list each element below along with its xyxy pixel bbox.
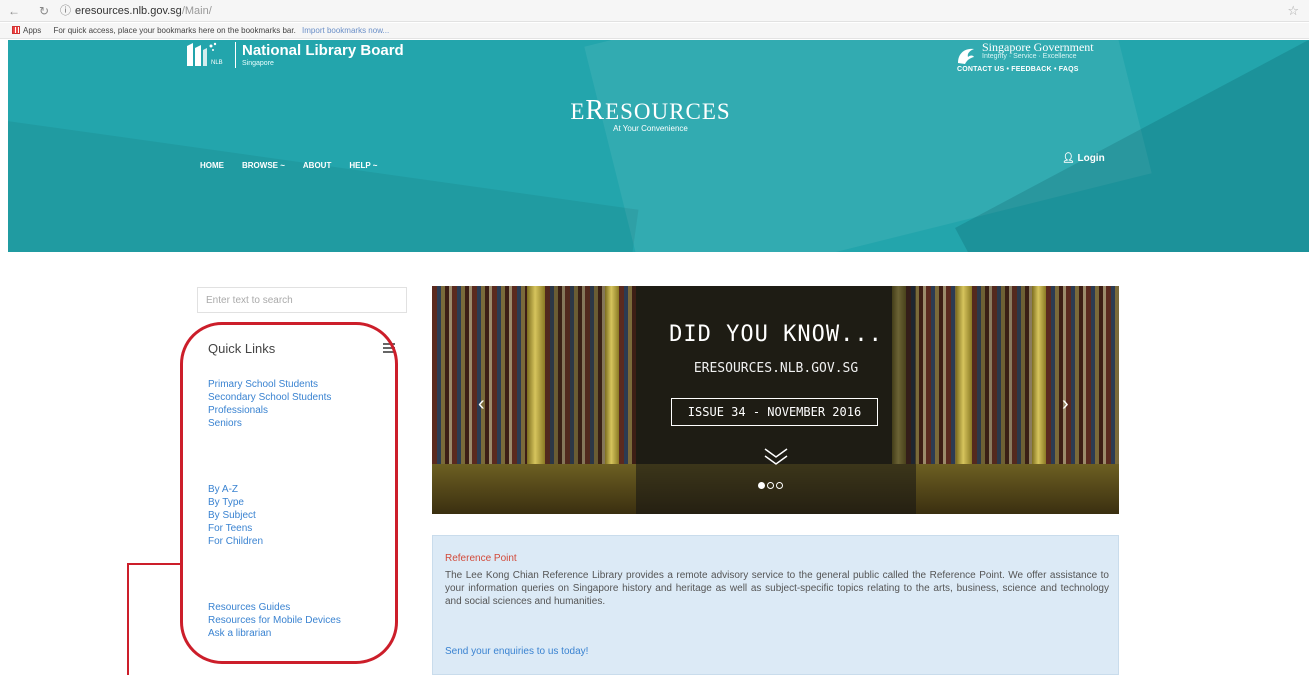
bookmarks-bar: Apps For quick access, place your bookma…: [0, 23, 1309, 39]
banner-issue: ISSUE 34 - NOVEMBER 2016: [671, 398, 878, 426]
send-enquiries-link[interactable]: Send your enquiries to us today!: [445, 646, 588, 657]
site-title-big: R: [585, 95, 606, 126]
reload-icon[interactable]: ↻: [36, 3, 52, 19]
callout-line: [127, 563, 181, 565]
browser-toolbar: ← ↻ ⓘ eresources.nlb.gov.sg/Main/ ☆: [0, 0, 1309, 22]
apps-icon[interactable]: [12, 26, 20, 34]
carousel-indicators: [758, 476, 785, 494]
gov-links[interactable]: CONTACT US • FEEDBACK • FAQS: [957, 66, 1079, 73]
carousel-dot[interactable]: [758, 482, 765, 489]
bookmarks-hint: For quick access, place your bookmarks h…: [53, 26, 296, 35]
carousel-dot[interactable]: [767, 482, 774, 489]
callout-line-vertical: [127, 563, 129, 675]
chevron-down-icon[interactable]: [762, 446, 790, 466]
reference-body: The Lee Kong Chian Reference Library pro…: [445, 570, 1109, 607]
nav-about[interactable]: ABOUT: [303, 161, 331, 170]
url-host: eresources.nlb.gov.sg: [75, 5, 182, 17]
highlight-oval: [180, 322, 398, 664]
login-button[interactable]: 👤︎ Login: [1062, 153, 1105, 164]
org-sub: Singapore: [242, 60, 274, 67]
nav-home[interactable]: HOME: [200, 161, 224, 170]
login-label: Login: [1077, 153, 1105, 164]
site-title-first: E: [570, 99, 586, 124]
search-input[interactable]: [197, 287, 407, 313]
back-icon[interactable]: ←: [6, 3, 22, 19]
nlb-logo-icon[interactable]: NLB: [183, 40, 227, 68]
singapore-lion-icon[interactable]: [955, 45, 977, 67]
carousel-dot[interactable]: [776, 482, 783, 489]
site-title-rest: ESOURCES: [605, 99, 731, 124]
import-bookmarks-link[interactable]: Import bookmarks now...: [302, 26, 389, 35]
site-header: [8, 40, 1309, 252]
user-icon: 👤︎: [1062, 153, 1075, 164]
logo-divider: [235, 42, 236, 68]
main-nav: HOME BROWSE ~ ABOUT HELP ~: [200, 161, 395, 170]
gov-tagline: Integrity · Service · Excellence: [982, 53, 1077, 60]
banner-url: ERESOURCES.NLB.GOV.SG: [693, 361, 859, 376]
carousel-next-icon[interactable]: ›: [1062, 393, 1069, 416]
address-bar[interactable]: ⓘ eresources.nlb.gov.sg/Main/: [60, 3, 1290, 19]
site-title: ERESOURCES: [0, 95, 1301, 127]
apps-label[interactable]: Apps: [23, 26, 41, 35]
info-icon[interactable]: ⓘ: [60, 5, 71, 17]
bookmark-star-icon[interactable]: ☆: [1287, 3, 1299, 19]
url-path: /Main/: [181, 5, 212, 17]
nav-help[interactable]: HELP ~: [349, 161, 377, 170]
org-name[interactable]: National Library Board: [242, 42, 404, 59]
svg-text:NLB: NLB: [211, 60, 223, 66]
reference-title: Reference Point: [445, 553, 517, 564]
banner-headline: DID YOU KNOW...: [669, 322, 883, 347]
carousel-prev-icon[interactable]: ‹: [478, 393, 485, 416]
site-subtitle: At Your Convenience: [613, 124, 688, 133]
nav-browse[interactable]: BROWSE ~: [242, 161, 285, 170]
